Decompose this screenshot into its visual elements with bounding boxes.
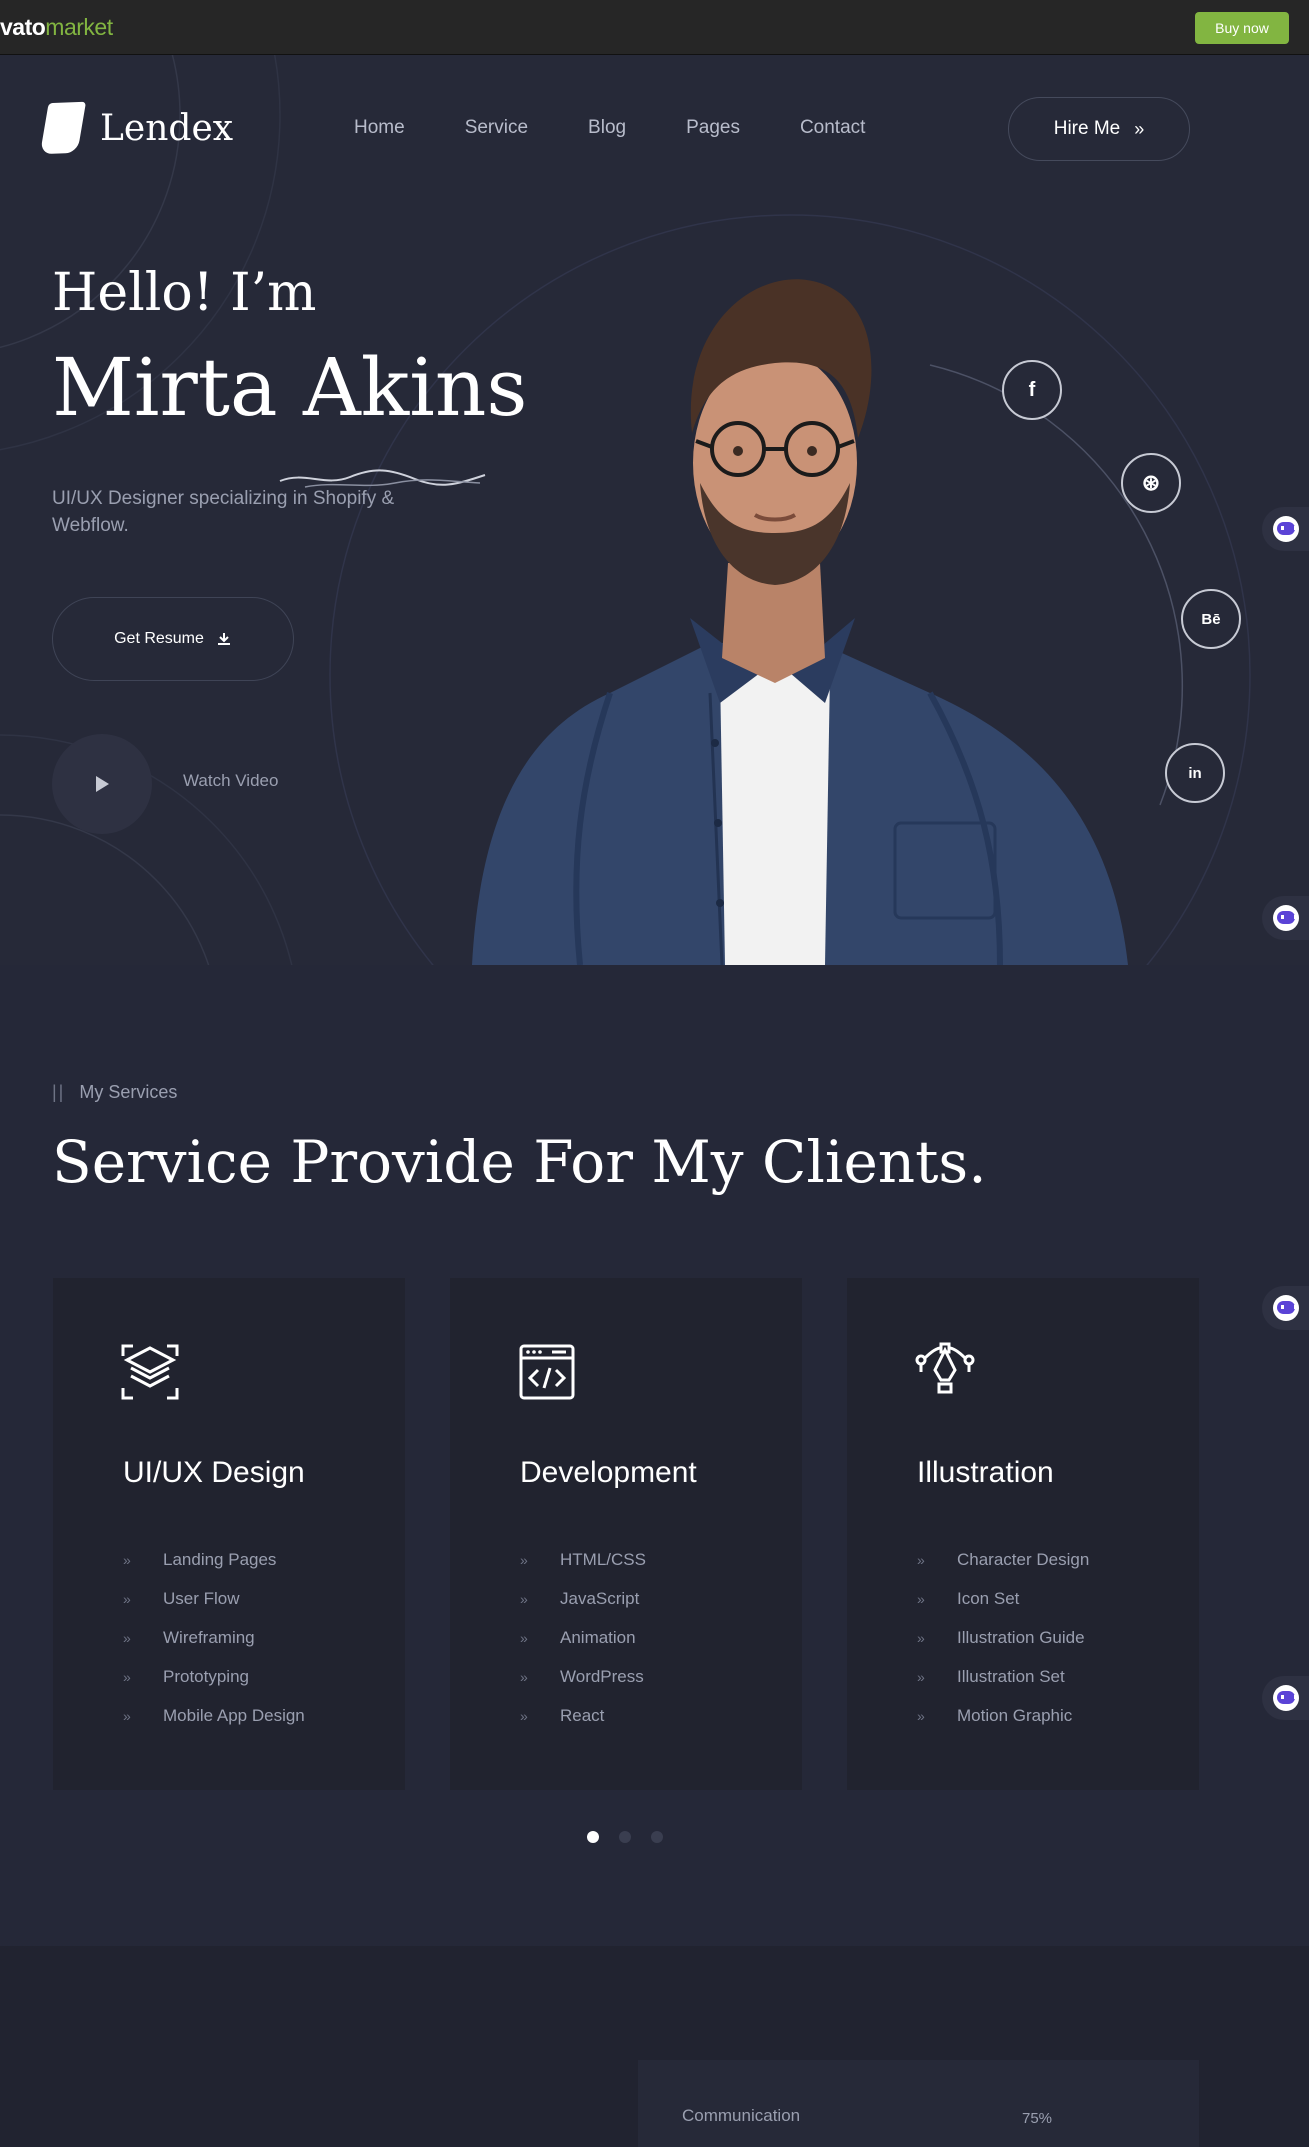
list-item: » HTML/CSS bbox=[520, 1549, 646, 1569]
list-item: » React bbox=[520, 1705, 605, 1725]
chevron-right-icon: » bbox=[123, 1668, 131, 1685]
list-item: » Wireframing bbox=[123, 1627, 255, 1647]
chevron-right-icon: » bbox=[123, 1629, 131, 1646]
chevron-right-icon: » bbox=[520, 1629, 528, 1646]
list-item: » WordPress bbox=[520, 1666, 644, 1686]
pen-tool-icon bbox=[915, 1342, 975, 1394]
bot-face-icon bbox=[1272, 1685, 1299, 1711]
bot-face-icon bbox=[1272, 1295, 1299, 1321]
list-item: » Illustration Set bbox=[917, 1666, 1065, 1686]
nav-home[interactable]: Home bbox=[354, 117, 405, 139]
get-resume-button[interactable]: Get Resume bbox=[52, 597, 294, 681]
brand-mark-icon bbox=[39, 101, 87, 155]
card-title: Illustration bbox=[917, 1456, 1054, 1489]
list-item: » Icon Set bbox=[917, 1588, 1020, 1608]
service-card-illustration[interactable]: Illustration » Character Design » Icon Set… bbox=[847, 1278, 1199, 1790]
list-item: » User Flow bbox=[123, 1588, 240, 1608]
chat-widget-button[interactable] bbox=[1262, 507, 1309, 551]
chevron-right-icon: » bbox=[123, 1551, 131, 1568]
chat-widget-button[interactable] bbox=[1262, 1676, 1309, 1720]
chevron-right-icon: » bbox=[520, 1707, 528, 1724]
chat-widget-button[interactable] bbox=[1262, 896, 1309, 940]
nav-pages[interactable]: Pages bbox=[686, 117, 740, 139]
skill-percent: 75% bbox=[1022, 2110, 1053, 2127]
hero-greeting: Hello! I’m bbox=[52, 263, 317, 323]
facebook-icon[interactable]: f bbox=[1002, 360, 1062, 420]
skill-label: Communication bbox=[682, 2106, 801, 2125]
dribbble-icon[interactable]: ⊛ bbox=[1121, 453, 1181, 513]
double-bar-icon: || bbox=[52, 1082, 66, 1102]
chevron-right-icon: » bbox=[520, 1668, 528, 1685]
carousel-pagination bbox=[587, 1831, 663, 1843]
envato-top-bar: vatomarket Buy now bbox=[0, 0, 1309, 55]
card-feature-list: » HTML/CSS » JavaScript » Animation » WordPr… bbox=[520, 1540, 646, 1735]
buy-now-button[interactable]: Buy now bbox=[1195, 12, 1289, 44]
services-title: Service Provide For My Clients. bbox=[52, 1128, 987, 1196]
list-item: » Motion Graphic bbox=[917, 1705, 1073, 1725]
list-item: » Landing Pages bbox=[123, 1549, 277, 1569]
services-eyebrow: || My Services bbox=[52, 1082, 178, 1102]
nav-contact[interactable]: Contact bbox=[800, 117, 865, 139]
list-item: » Mobile App Design bbox=[123, 1705, 305, 1725]
card-feature-list: » Landing Pages » User Flow » Wireframing »… bbox=[123, 1540, 305, 1735]
brand-name: Lendex bbox=[100, 107, 234, 149]
linkedin-icon[interactable]: in bbox=[1165, 743, 1225, 803]
main-nav: Home Service Blog Pages Contact bbox=[354, 117, 925, 139]
chevron-right-icon: » bbox=[917, 1629, 925, 1646]
list-item: » Character Design bbox=[917, 1549, 1090, 1569]
watch-video-label[interactable]: Watch Video bbox=[183, 771, 278, 791]
chevron-right-icon: » bbox=[123, 1590, 131, 1607]
pagination-dot[interactable] bbox=[587, 1831, 599, 1843]
brand-logo[interactable]: Lendex bbox=[39, 101, 234, 155]
list-item: » JavaScript bbox=[520, 1588, 640, 1608]
card-title: Development bbox=[520, 1456, 697, 1489]
bot-face-icon bbox=[1272, 905, 1299, 931]
list-item: » Illustration Guide bbox=[917, 1627, 1085, 1647]
behance-icon[interactable]: Bē bbox=[1181, 589, 1241, 649]
layers-icon bbox=[121, 1344, 179, 1400]
double-chevron-right-icon: » bbox=[1134, 118, 1145, 139]
nav-blog[interactable]: Blog bbox=[588, 117, 626, 139]
chevron-right-icon: » bbox=[520, 1551, 528, 1568]
pagination-dot[interactable] bbox=[619, 1831, 631, 1843]
chevron-right-icon: » bbox=[917, 1590, 925, 1607]
list-item: » Prototyping bbox=[123, 1666, 249, 1686]
chevron-right-icon: » bbox=[917, 1551, 925, 1568]
service-card-uiux[interactable]: UI/UX Design » Landing Pages » User Flow »… bbox=[53, 1278, 405, 1790]
envato-market-logo[interactable]: vatomarket bbox=[0, 14, 113, 41]
bot-face-icon bbox=[1272, 516, 1299, 542]
play-icon bbox=[96, 776, 109, 792]
hero-section: Lendex Home Service Blog Pages Contact H… bbox=[0, 55, 1309, 965]
list-item: » Animation bbox=[520, 1627, 636, 1647]
chat-widget-button[interactable] bbox=[1262, 1286, 1309, 1330]
code-window-icon bbox=[519, 1344, 575, 1400]
chevron-right-icon: » bbox=[520, 1590, 528, 1607]
skills-panel: Communication 75% bbox=[638, 2060, 1199, 2147]
chevron-right-icon: » bbox=[917, 1707, 925, 1724]
card-title: UI/UX Design bbox=[123, 1456, 305, 1489]
hero-name: Mirta Akins bbox=[52, 341, 528, 434]
pagination-dot[interactable] bbox=[651, 1831, 663, 1843]
chevron-right-icon: » bbox=[123, 1707, 131, 1724]
download-icon bbox=[217, 633, 230, 645]
nav-service[interactable]: Service bbox=[465, 117, 528, 139]
hero-tagline: UI/UX Designer specializing in Shopify &… bbox=[52, 488, 395, 536]
chevron-right-icon: » bbox=[917, 1668, 925, 1685]
hire-me-button[interactable]: Hire Me » bbox=[1008, 97, 1190, 161]
play-video-button[interactable] bbox=[52, 734, 152, 834]
service-card-development[interactable]: Development » HTML/CSS » JavaScript » Anima… bbox=[450, 1278, 802, 1790]
card-feature-list: » Character Design » Icon Set » Illustratio… bbox=[917, 1540, 1089, 1735]
